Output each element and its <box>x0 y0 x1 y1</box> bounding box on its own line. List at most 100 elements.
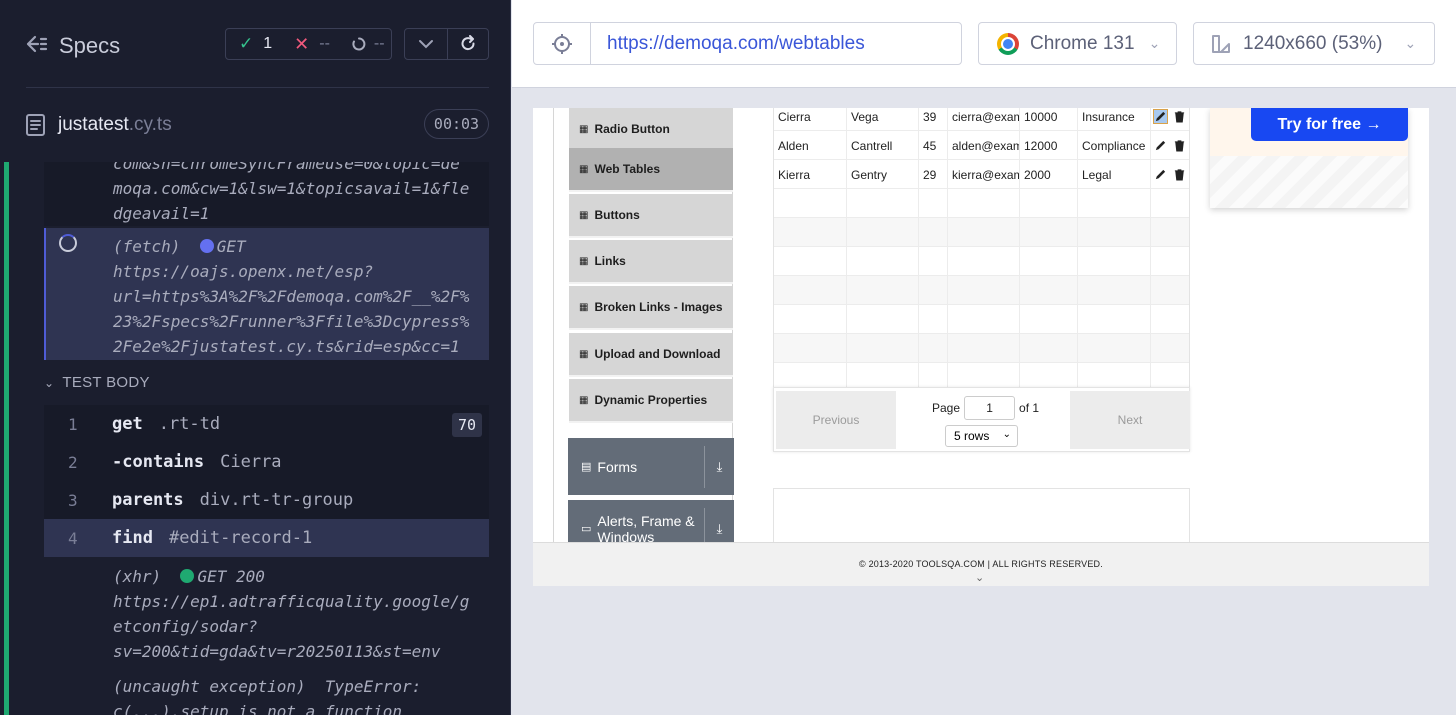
passed-stat: ✓ 1 <box>239 34 272 54</box>
page-label: Page <box>932 401 961 415</box>
menu-label: Dynamic Properties <box>594 393 708 407</box>
menu-label: Radio Button <box>594 122 670 136</box>
group-label: Forms <box>597 458 638 475</box>
refresh-icon <box>461 35 475 51</box>
url-text[interactable]: https://demoqa.com/webtables <box>591 23 865 64</box>
ad-card: Try for free → <box>1210 108 1408 208</box>
exception-message: TypeError: <box>324 677 422 696</box>
edit-icon[interactable] <box>1154 139 1167 152</box>
menu-item-dynamic-properties[interactable]: ▦ Dynamic Properties <box>569 379 733 423</box>
html5-icon: ▦ <box>579 348 589 360</box>
run-status-bar <box>4 162 9 715</box>
log-line: dgeavail=1 <box>113 204 210 223</box>
fetch-url-line: 23%2Fspecs%2Frunner%3Ffile%3Dcypress% <box>113 312 470 331</box>
cell-department: Insurance <box>1078 108 1151 131</box>
exception-detail: c(...).setup is not a function <box>113 702 402 715</box>
cell-first-name: Cierra <box>774 108 847 131</box>
menu-item-web-tables[interactable]: ▦ Web Tables <box>569 148 733 192</box>
browser-selector[interactable]: Chrome 131 ⌄ <box>978 22 1177 65</box>
trash-icon[interactable] <box>1173 139 1186 152</box>
previous-button[interactable]: Previous <box>776 391 896 449</box>
menu-item-links[interactable]: ▦ Links <box>569 240 733 284</box>
trash-icon[interactable] <box>1173 110 1186 123</box>
table-row-empty <box>774 247 1189 276</box>
table-row: Kierra Gentry 29 kierra@example.com 2000… <box>774 160 1189 189</box>
command-number: 1 <box>68 414 78 434</box>
url-bar[interactable]: https://demoqa.com/webtables <box>533 22 962 65</box>
spec-basename: justatest <box>58 114 129 135</box>
previous-log-text: com&sh=chromeSyncFrameuse=0&topic=de moq… <box>113 162 469 226</box>
menu-item-upload-download[interactable]: ▦ Upload and Download <box>569 333 733 377</box>
xhr-method: GET 200 <box>197 567 265 586</box>
page-input[interactable]: 1 <box>964 396 1016 420</box>
page-total: of 1 <box>1019 401 1040 415</box>
pending-circle-icon <box>352 37 366 51</box>
menu-label: Broken Links - Images <box>594 300 723 314</box>
cell-first-name: Kierra <box>774 160 847 189</box>
viewport-info[interactable]: 1240x660 (53%) ⌄ <box>1193 22 1435 65</box>
element-count-badge: 70 <box>451 413 482 437</box>
rerun-button[interactable] <box>446 29 489 59</box>
cell-age: 29 <box>919 160 948 189</box>
chevron-down-icon: ⌄ <box>1148 35 1161 51</box>
edit-record-1-icon[interactable] <box>1153 109 1168 124</box>
selector-playground-button[interactable] <box>534 23 591 64</box>
pending-count: -- <box>373 35 385 52</box>
chevron-down-icon[interactable]: ⌄ <box>975 571 984 584</box>
command-row[interactable]: 3 parents div.rt-tr-group <box>44 481 489 519</box>
trash-icon[interactable] <box>1173 168 1186 181</box>
command-row[interactable]: 1 get .rt-td 70 <box>44 405 489 443</box>
aut-toolbar: https://demoqa.com/webtables Chrome 131 … <box>512 0 1456 88</box>
command-number: 3 <box>68 490 78 510</box>
rows-per-page-select[interactable]: 5 rows ⌄ <box>945 425 1018 447</box>
command-row-active[interactable]: 4 find #edit-record-1 <box>44 519 489 557</box>
html5-icon: ▦ <box>579 123 589 135</box>
table-row: Alden Cantrell 45 alden@example.com 1200… <box>774 131 1189 160</box>
cell-department: Compliance <box>1078 131 1151 160</box>
try-for-free-button[interactable]: Try for free → <box>1251 108 1408 141</box>
chevron-down-icon: ⌄ <box>1002 429 1011 440</box>
cell-last-name: Cantrell <box>847 131 919 160</box>
xhr-type: (xhr) <box>113 567 162 586</box>
cell-email: cierra@example.com <box>948 108 1020 131</box>
command-name: get <box>112 414 143 434</box>
spec-name[interactable]: justatest.cy.ts <box>58 114 172 136</box>
ruler-icon <box>1212 34 1230 53</box>
xhr-url-line: etconfig/sodar? <box>113 617 258 636</box>
specs-title[interactable]: Specs <box>59 33 120 59</box>
menu-item-radio-button[interactable]: ▦ Radio Button <box>569 108 733 152</box>
back-to-specs-icon[interactable] <box>26 33 48 55</box>
html5-icon: ▦ <box>579 209 589 221</box>
command-arg: #edit-record-1 <box>168 528 313 548</box>
edit-icon[interactable] <box>1154 168 1167 181</box>
group-forms[interactable]: ▤ Forms ⤓ <box>568 438 734 495</box>
command-log: com&sh=chromeSyncFrameuse=0&topic=de moq… <box>0 162 510 715</box>
test-body-header[interactable]: ⌄ TEST BODY <box>44 374 150 391</box>
cell-department: Legal <box>1078 160 1151 189</box>
exception-log-text[interactable]: (uncaught exception) TypeError: c(...).s… <box>113 674 421 715</box>
pending-dot-icon <box>199 239 214 253</box>
xhr-log-text: (xhr) GET 200 https://ep1.adtrafficquali… <box>113 564 469 664</box>
app-under-test-panel: https://demoqa.com/webtables Chrome 131 … <box>512 0 1456 715</box>
cell-salary: 10000 <box>1020 108 1078 131</box>
reporter-panel: Specs ✓ 1 ✕ -- -- justatest.cy.ts 00:03 … <box>0 0 511 715</box>
menu-label: Links <box>594 254 626 268</box>
exception-type: (uncaught exception) <box>113 677 306 696</box>
cell-first-name: Alden <box>774 131 847 160</box>
pending-stat: -- <box>352 35 385 53</box>
check-icon: ✓ <box>239 34 254 53</box>
menu-item-buttons[interactable]: ▦ Buttons <box>569 194 733 238</box>
html5-icon: ▦ <box>579 163 589 175</box>
collapse-button[interactable] <box>405 29 447 59</box>
rows-value: 5 rows <box>954 429 990 443</box>
table-row-empty <box>774 334 1189 363</box>
command-name: -contains <box>112 452 205 472</box>
command-row[interactable]: 2 -contains Cierra <box>44 443 489 481</box>
viewport-size: 1240x660 (53%) <box>1243 32 1383 54</box>
browser-name: Chrome 131 <box>1030 32 1135 54</box>
menu-item-broken-links[interactable]: ▦ Broken Links - Images <box>569 286 733 330</box>
page-footer: © 2013-2020 TOOLSQA.COM | ALL RIGHTS RES… <box>533 542 1429 586</box>
next-button[interactable]: Next <box>1070 391 1190 449</box>
fetch-url-line: url=https%3A%2F%2Fdemoqa.com%2F__%2F% <box>113 287 470 306</box>
menu-label: Buttons <box>594 208 640 222</box>
